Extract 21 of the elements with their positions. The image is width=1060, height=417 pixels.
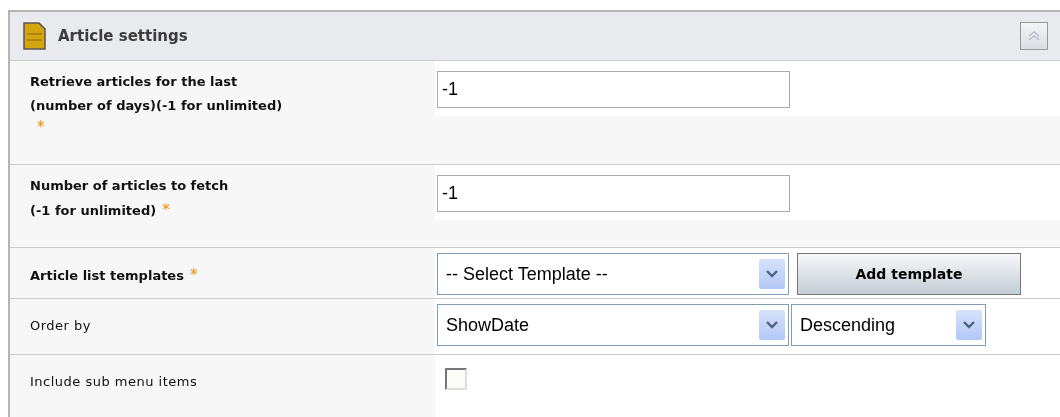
required-marker: * [37, 118, 45, 136]
required-marker: * [162, 200, 170, 221]
field-label: Number of articles to fetch [30, 177, 229, 195]
field-label: Order by [30, 317, 92, 335]
panel-title: Article settings [58, 25, 188, 47]
field-label: (number of days)(-1 for unlimited) [30, 97, 283, 115]
required-marker: * [189, 265, 198, 286]
field-label: Article list templates [30, 267, 184, 285]
collapse-button[interactable] [1020, 22, 1048, 50]
chevron-icon [1027, 30, 1041, 42]
field-label: (-1 for unlimited) [30, 202, 157, 220]
text-field[interactable]: -1 [437, 71, 790, 108]
field-label: Include sub menu items [30, 373, 198, 391]
document-icon [22, 21, 48, 51]
text-field[interactable]: -1 [437, 175, 790, 212]
dropdown[interactable]: -- Select Template -- [437, 253, 789, 295]
dropdown[interactable]: ShowDate [437, 304, 789, 346]
field-label: Retrieve articles for the last [30, 73, 238, 91]
checkbox[interactable] [445, 368, 467, 390]
dropdown[interactable]: Descending [791, 304, 986, 346]
add-template-button[interactable]: Add template [797, 253, 1021, 295]
